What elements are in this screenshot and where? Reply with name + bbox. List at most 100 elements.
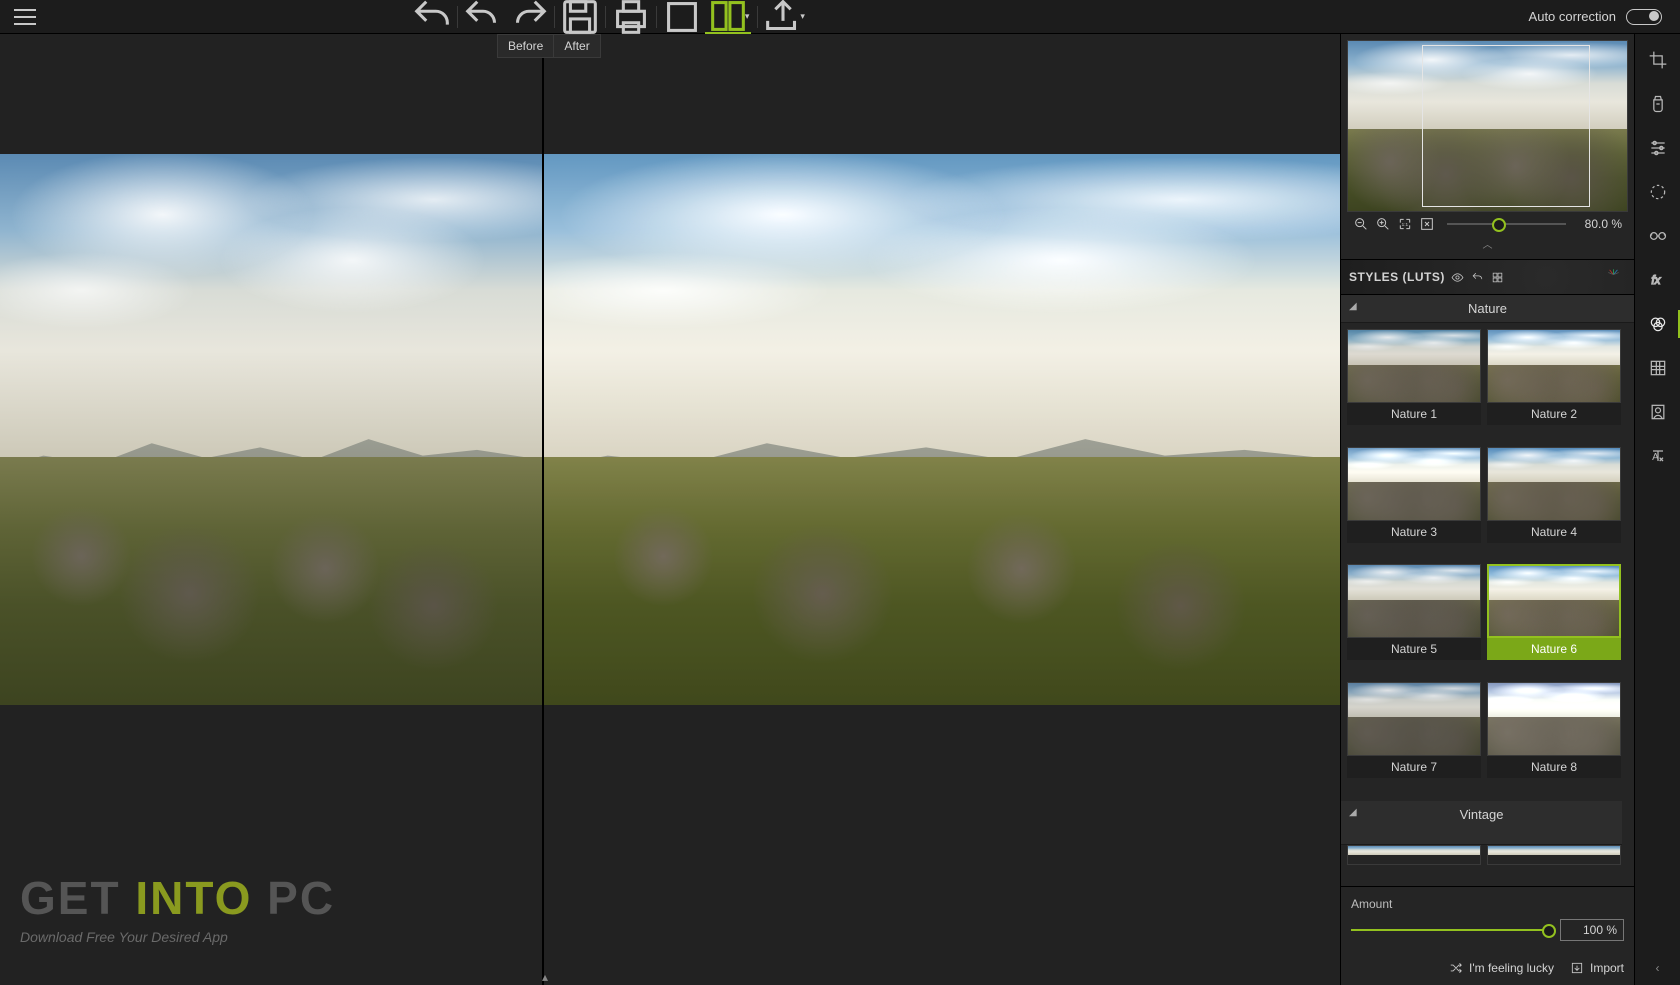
preset-nature-1[interactable]: Nature 1 (1347, 329, 1481, 441)
separator (757, 6, 758, 28)
separator (656, 6, 657, 28)
toolbar-center-group: ▾ ▾ (409, 0, 811, 34)
feeling-lucky-label: I'm feeling lucky (1469, 961, 1554, 975)
navigator-collapse-icon[interactable]: ︿ (1347, 234, 1628, 253)
preset-nature-8[interactable]: Nature 8 (1487, 682, 1621, 794)
watermark-word-2: INTO (135, 872, 267, 924)
preset-nature-7[interactable]: Nature 7 (1347, 682, 1481, 794)
separator (554, 6, 555, 28)
auto-correction-control: Auto correction (1529, 9, 1662, 25)
before-tab[interactable]: Before (498, 35, 553, 57)
category-nature-label: Nature (1468, 301, 1507, 316)
reset-icon[interactable] (1471, 270, 1485, 284)
svg-text:A: A (1652, 452, 1659, 463)
styles-panel-header: STYLES (LUTS) (1341, 259, 1634, 295)
zoom-slider[interactable] (1447, 223, 1566, 225)
after-image (544, 154, 1340, 705)
preset-label: Nature 5 (1347, 638, 1481, 660)
amount-slider[interactable] (1351, 929, 1550, 931)
split-view-button[interactable] (705, 0, 751, 34)
import-label: Import (1590, 961, 1624, 975)
after-tab[interactable]: After (553, 35, 599, 57)
collapse-icon: ◢ (1349, 807, 1357, 818)
split-handle-icon[interactable] (536, 974, 560, 982)
hamburger-icon (14, 16, 36, 18)
color-tool-button[interactable] (1635, 304, 1680, 344)
zoom-out-icon[interactable] (1353, 216, 1369, 232)
preset-label: Nature 6 (1487, 638, 1621, 660)
grid-tool-button[interactable] (1635, 348, 1680, 388)
category-nature-header[interactable]: ◢ Nature (1341, 295, 1634, 323)
menu-button[interactable] (0, 0, 50, 34)
zoom-controls: 1:1 80.0 % (1347, 212, 1628, 234)
panel-bottom-buttons: I'm feeling lucky Import (1341, 953, 1634, 985)
split-divider[interactable] (542, 34, 544, 985)
watermark: GET INTO PC Download Free Your Desired A… (20, 871, 335, 945)
rgb-fan-icon (1607, 266, 1620, 279)
image-canvas[interactable]: GET INTO PC Download Free Your Desired A… (0, 34, 1340, 985)
navigator: 1:1 80.0 % ︿ (1341, 34, 1634, 259)
preset-nature-3[interactable]: Nature 3 (1347, 447, 1481, 559)
zoom-in-icon[interactable] (1375, 216, 1391, 232)
auto-correction-label: Auto correction (1529, 9, 1616, 24)
grid-view-icon[interactable] (1491, 270, 1505, 284)
undo-button[interactable] (409, 0, 455, 34)
import-icon (1570, 961, 1584, 975)
amount-section: Amount (1341, 886, 1634, 953)
undo-step-button[interactable] (460, 0, 506, 34)
svg-text:1:1: 1:1 (1402, 222, 1409, 227)
preset-vintage-peek-2[interactable] (1487, 845, 1621, 865)
develop-tool-button[interactable] (1635, 84, 1680, 124)
preset-label: Nature 8 (1487, 756, 1621, 778)
crop-tool-button[interactable] (1635, 40, 1680, 80)
single-view-button[interactable] (659, 0, 705, 34)
share-button[interactable] (760, 0, 806, 34)
side-panel: 1:1 80.0 % ︿ STYLES (LUTS) (1340, 34, 1634, 985)
amount-input[interactable] (1560, 919, 1624, 941)
navigator-thumbnail[interactable] (1347, 40, 1628, 212)
styles-panel-title: STYLES (LUTS) (1349, 270, 1445, 284)
separator (605, 6, 606, 28)
save-button[interactable] (557, 0, 603, 34)
preset-label: Nature 3 (1347, 521, 1481, 543)
print-button[interactable] (608, 0, 654, 34)
category-vintage-label: Vintage (1460, 807, 1504, 822)
visibility-icon[interactable] (1451, 270, 1465, 284)
import-button[interactable]: Import (1570, 961, 1624, 975)
navigator-viewport-rect[interactable] (1422, 45, 1590, 207)
top-toolbar: ▾ ▾ Auto correction (0, 0, 1680, 34)
feeling-lucky-button[interactable]: I'm feeling lucky (1449, 961, 1554, 975)
canvas-top-mask (0, 34, 1340, 154)
auto-correction-toggle[interactable] (1626, 9, 1662, 25)
adjust-tool-button[interactable] (1635, 128, 1680, 168)
selection-tool-button[interactable] (1635, 172, 1680, 212)
preset-grid: Nature 1 Nature 2 Nature 3 Nature 4 Natu… (1341, 323, 1634, 886)
portrait-tool-button[interactable] (1635, 392, 1680, 432)
separator (457, 6, 458, 28)
svg-text:fx: fx (1651, 274, 1661, 287)
zoom-value: 80.0 % (1578, 217, 1622, 231)
watermark-word-1: GET (20, 872, 135, 924)
before-after-tabs: Before After (497, 34, 601, 58)
text-tool-button[interactable]: A (1635, 436, 1680, 476)
preset-nature-6[interactable]: Nature 6 (1487, 564, 1621, 676)
amount-label: Amount (1351, 897, 1624, 911)
preset-vintage-peek-1[interactable] (1347, 845, 1481, 865)
watermark-word-3: PC (267, 872, 335, 924)
preset-label: Nature 4 (1487, 521, 1621, 543)
zoom-fit-icon[interactable]: 1:1 (1397, 216, 1413, 232)
main-area: GET INTO PC Download Free Your Desired A… (0, 34, 1680, 985)
preset-nature-5[interactable]: Nature 5 (1347, 564, 1481, 676)
zoom-actual-icon[interactable] (1419, 216, 1435, 232)
tool-rail: fx A ‹ (1634, 34, 1680, 985)
preset-nature-4[interactable]: Nature 4 (1487, 447, 1621, 559)
preset-label: Nature 7 (1347, 756, 1481, 778)
preset-label: Nature 1 (1347, 403, 1481, 425)
preset-nature-2[interactable]: Nature 2 (1487, 329, 1621, 441)
rail-expand-icon[interactable]: ‹ (1635, 961, 1680, 975)
effects-tool-button[interactable]: fx (1635, 260, 1680, 300)
redo-step-button[interactable] (506, 0, 552, 34)
category-vintage-header[interactable]: ◢ Vintage (1341, 801, 1622, 845)
view-tool-button[interactable] (1635, 216, 1680, 256)
collapse-icon: ◢ (1349, 301, 1357, 312)
